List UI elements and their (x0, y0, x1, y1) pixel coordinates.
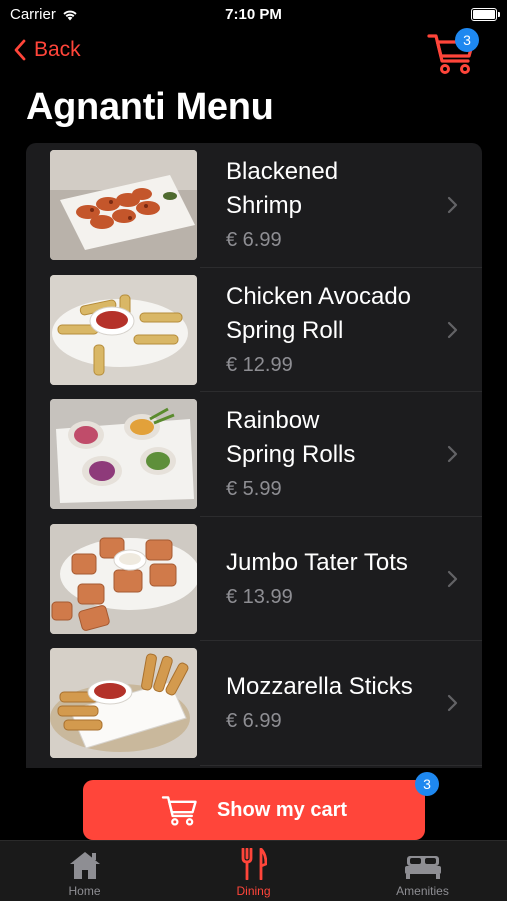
page-title: Agnanti Menu (26, 86, 274, 128)
menu-item-jumbo-tater-tots[interactable]: Jumbo Tater Tots € 13.99 (26, 517, 482, 642)
dish-photo (50, 274, 197, 385)
menu-item-info: Mozzarella Sticks € 6.99 (226, 641, 446, 766)
menu-item-info: Blackened Shrimp € 6.99 (226, 143, 446, 268)
chevron-right-icon (447, 321, 458, 338)
menu-item-info: Rainbow Spring Rolls € 5.99 (226, 392, 446, 517)
battery-icon (471, 8, 500, 21)
menu-item-price: € 12.99 (226, 353, 293, 376)
menu-item-chicken-avocado-spring-roll[interactable]: Chicken Avocado Spring Roll € 12.99 (26, 268, 482, 393)
menu-item-price: € 13.99 (226, 585, 293, 608)
menu-item-info: Jumbo Tater Tots € 13.99 (226, 517, 446, 642)
cart-icon (161, 796, 197, 826)
dish-photo (50, 523, 197, 634)
menu-item-name: Mozzarella Sticks (226, 673, 413, 701)
cart-button[interactable]: 3 (427, 28, 479, 76)
bed-icon (404, 856, 441, 879)
home-icon (69, 852, 100, 879)
show-cart-label: Show my cart (216, 798, 348, 821)
menu-item-name: Rainbow Spring Rolls (226, 407, 356, 469)
tab-label: Dining (236, 884, 271, 898)
menu-item-blackened-shrimp[interactable]: Blackened Shrimp € 6.99 (26, 143, 482, 268)
back-button[interactable]: Back (14, 38, 81, 62)
dish-photo (50, 399, 197, 509)
menu-item-name: Blackened Shrimp (226, 158, 339, 220)
menu-item-price: € 6.99 (226, 229, 282, 252)
menu-item-rainbow-spring-rolls[interactable]: Rainbow Spring Rolls € 5.99 (26, 392, 482, 517)
cart-count-badge: 3 (455, 28, 479, 52)
chevron-right-icon (447, 695, 458, 712)
tab-label: Home (68, 884, 101, 898)
menu-item-info: Chicken Avocado Spring Roll € 12.99 (226, 268, 446, 393)
back-label: Back (34, 38, 81, 61)
tab-amenities[interactable]: Amenities (338, 841, 507, 901)
tab-bar: Home Dining Amenities (0, 840, 507, 901)
status-bar: Carrier 7:10 PM (0, 0, 507, 30)
menu-item-name: Chicken Avocado Spring Roll (226, 282, 412, 344)
chevron-left-icon (14, 39, 26, 61)
menu-item-price: € 6.99 (226, 710, 282, 733)
fork-knife-icon (241, 848, 267, 880)
tab-label: Amenities (396, 884, 449, 898)
menu-item-price: € 5.99 (226, 478, 282, 501)
tab-dining[interactable]: Dining (169, 841, 338, 901)
show-cart-button[interactable]: Show my cart 3 (83, 772, 439, 840)
chevron-right-icon (447, 197, 458, 214)
menu-item-mozzarella-sticks[interactable]: Mozzarella Sticks € 6.99 (26, 641, 482, 766)
menu-item-name: Jumbo Tater Tots (226, 548, 408, 576)
dish-photo (50, 648, 197, 758)
status-time: 7:10 PM (225, 6, 282, 23)
cart-count-badge: 3 (415, 772, 439, 796)
chevron-right-icon (447, 570, 458, 587)
tab-home[interactable]: Home (0, 841, 169, 901)
dish-photo (50, 150, 197, 260)
menu-list: Blackened Shrimp € 6.99 Chicken Avocado … (26, 143, 482, 768)
chevron-right-icon (447, 446, 458, 463)
